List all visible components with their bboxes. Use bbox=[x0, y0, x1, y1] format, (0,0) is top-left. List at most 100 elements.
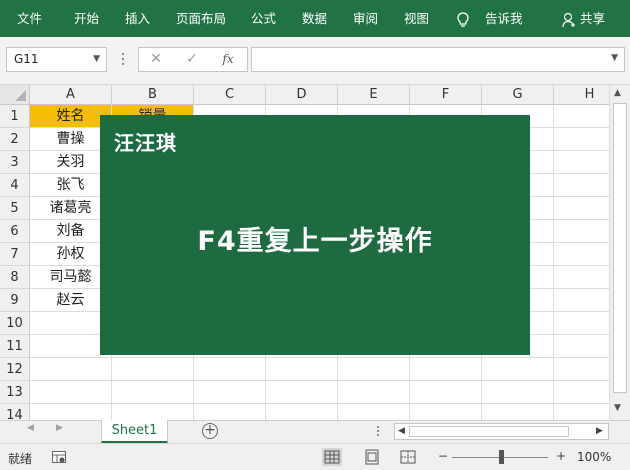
cell-h8[interactable] bbox=[554, 266, 609, 289]
cell-a14[interactable] bbox=[30, 404, 112, 420]
column-header-d[interactable]: D bbox=[266, 85, 338, 105]
horizontal-scrollbar[interactable]: ◀ ▶ bbox=[394, 423, 609, 440]
row-header-11[interactable]: 11 bbox=[0, 335, 30, 358]
cell-h11[interactable] bbox=[554, 335, 609, 358]
row-header-9[interactable]: 9 bbox=[0, 289, 30, 312]
sheet-tab-sheet1[interactable]: Sheet1 bbox=[101, 420, 168, 444]
select-all-corner[interactable] bbox=[0, 85, 30, 105]
formula-buttons: ✕ ✓ fx bbox=[138, 47, 248, 72]
cell-a12[interactable] bbox=[30, 358, 112, 381]
chevron-down-icon[interactable]: ▼ bbox=[93, 48, 100, 71]
horizontal-scroll-thumb[interactable] bbox=[409, 426, 569, 437]
insert-function-icon[interactable]: fx bbox=[213, 48, 243, 71]
cell-a13[interactable] bbox=[30, 381, 112, 404]
row-header-6[interactable]: 6 bbox=[0, 220, 30, 243]
zoom-in-button[interactable]: + bbox=[556, 449, 566, 463]
row-header-10[interactable]: 10 bbox=[0, 312, 30, 335]
tab-view[interactable]: 视图 bbox=[404, 0, 429, 37]
zoom-level[interactable]: 100% bbox=[577, 450, 611, 464]
row-header-4[interactable]: 4 bbox=[0, 174, 30, 197]
tab-file[interactable]: 文件 bbox=[17, 0, 42, 37]
formula-bar-resize-handle[interactable] bbox=[121, 50, 125, 68]
cell-h1[interactable] bbox=[554, 105, 609, 128]
page-layout-view-icon[interactable] bbox=[362, 448, 382, 466]
cell-f13[interactable] bbox=[410, 381, 482, 404]
share-button[interactable]: 共享 bbox=[562, 0, 605, 37]
cell-h5[interactable] bbox=[554, 197, 609, 220]
cell-h7[interactable] bbox=[554, 243, 609, 266]
cell-g13[interactable] bbox=[482, 381, 554, 404]
scroll-down-icon[interactable]: ▼ bbox=[614, 403, 621, 413]
macro-record-icon[interactable] bbox=[52, 451, 66, 463]
cell-h13[interactable] bbox=[554, 381, 609, 404]
tab-data[interactable]: 数据 bbox=[302, 0, 327, 37]
column-header-a[interactable]: A bbox=[30, 85, 112, 105]
normal-view-icon[interactable] bbox=[322, 448, 342, 466]
row-header-13[interactable]: 13 bbox=[0, 381, 30, 404]
cell-h2[interactable] bbox=[554, 128, 609, 151]
tab-review[interactable]: 审阅 bbox=[353, 0, 378, 37]
row-header-8[interactable]: 8 bbox=[0, 266, 30, 289]
tab-formulas[interactable]: 公式 bbox=[251, 0, 276, 37]
vertical-scrollbar[interactable]: ▲ ▼ bbox=[609, 85, 630, 420]
cell-e13[interactable] bbox=[338, 381, 410, 404]
tab-insert[interactable]: 插入 bbox=[125, 0, 150, 37]
tell-me-button[interactable]: 告诉我 bbox=[457, 0, 523, 37]
cell-h10[interactable] bbox=[554, 312, 609, 335]
row-header-2[interactable]: 2 bbox=[0, 128, 30, 151]
cell-e12[interactable] bbox=[338, 358, 410, 381]
column-header-h[interactable]: H bbox=[554, 85, 609, 105]
add-sheet-icon[interactable]: + bbox=[202, 423, 218, 439]
cell-d12[interactable] bbox=[266, 358, 338, 381]
cell-g14[interactable] bbox=[482, 404, 554, 420]
tab-split-handle[interactable] bbox=[376, 424, 380, 440]
row-header-7[interactable]: 7 bbox=[0, 243, 30, 266]
tab-home[interactable]: 开始 bbox=[74, 0, 99, 37]
cell-b13[interactable] bbox=[112, 381, 194, 404]
scroll-right-icon[interactable]: ▶ bbox=[596, 426, 603, 436]
expand-formula-icon[interactable]: ▼ bbox=[611, 53, 618, 63]
cell-h3[interactable] bbox=[554, 151, 609, 174]
cell-e14[interactable] bbox=[338, 404, 410, 420]
cell-c14[interactable] bbox=[194, 404, 266, 420]
vertical-scroll-thumb[interactable] bbox=[613, 103, 627, 393]
row-header-5[interactable]: 5 bbox=[0, 197, 30, 220]
status-bar: 就绪 − + 100% bbox=[0, 443, 630, 470]
cancel-icon[interactable]: ✕ bbox=[141, 48, 171, 71]
row-header-14[interactable]: 14 bbox=[0, 404, 30, 420]
cell-h14[interactable] bbox=[554, 404, 609, 420]
scroll-up-icon[interactable]: ▲ bbox=[614, 88, 621, 98]
cell-b14[interactable] bbox=[112, 404, 194, 420]
zoom-out-button[interactable]: − bbox=[438, 449, 448, 463]
next-sheet-icon[interactable]: ▶ bbox=[56, 423, 63, 433]
row-header-3[interactable]: 3 bbox=[0, 151, 30, 174]
cell-g12[interactable] bbox=[482, 358, 554, 381]
cell-c13[interactable] bbox=[194, 381, 266, 404]
cell-h6[interactable] bbox=[554, 220, 609, 243]
page-break-view-icon[interactable] bbox=[398, 448, 418, 466]
column-header-b[interactable]: B bbox=[112, 85, 194, 105]
enter-icon[interactable]: ✓ bbox=[177, 48, 207, 71]
cell-b12[interactable] bbox=[112, 358, 194, 381]
cell-h9[interactable] bbox=[554, 289, 609, 312]
column-header-c[interactable]: C bbox=[194, 85, 266, 105]
tab-page-layout[interactable]: 页面布局 bbox=[176, 0, 226, 37]
prev-sheet-icon[interactable]: ◀ bbox=[27, 423, 34, 433]
cell-f14[interactable] bbox=[410, 404, 482, 420]
formula-bar: G11 ▼ ✕ ✓ fx ▼ bbox=[0, 37, 630, 85]
name-box[interactable]: G11 ▼ bbox=[6, 47, 107, 72]
column-header-e[interactable]: E bbox=[338, 85, 410, 105]
cell-c12[interactable] bbox=[194, 358, 266, 381]
zoom-slider-thumb[interactable] bbox=[499, 450, 504, 464]
cell-f12[interactable] bbox=[410, 358, 482, 381]
formula-input[interactable]: ▼ bbox=[251, 47, 625, 72]
cell-d14[interactable] bbox=[266, 404, 338, 420]
row-header-1[interactable]: 1 bbox=[0, 105, 30, 128]
cell-d13[interactable] bbox=[266, 381, 338, 404]
column-header-f[interactable]: F bbox=[410, 85, 482, 105]
cell-h4[interactable] bbox=[554, 174, 609, 197]
cell-h12[interactable] bbox=[554, 358, 609, 381]
column-header-g[interactable]: G bbox=[482, 85, 554, 105]
row-header-12[interactable]: 12 bbox=[0, 358, 30, 381]
scroll-left-icon[interactable]: ◀ bbox=[398, 426, 405, 436]
